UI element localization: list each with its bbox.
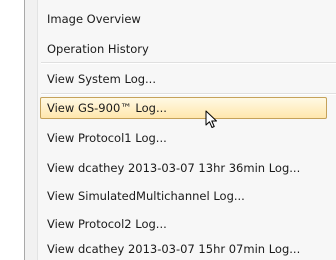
menu-item-label: View dcathey 2013-03-07 13hr 36min Log..… <box>47 161 301 175</box>
menu-separator <box>41 62 336 64</box>
menu-item-label: View SimulatedMultichannel Log... <box>47 189 245 203</box>
menu-item-label: View Protocol1 Log... <box>47 131 167 145</box>
arrow-pointer-icon <box>205 110 217 128</box>
menu-item-view-system-log[interactable]: View System Log... <box>40 68 327 90</box>
menu-item-view-gs900-log[interactable]: View GS-900™ Log... <box>40 97 327 119</box>
menu-item-label: View Protocol2 Log... <box>47 217 167 231</box>
context-menu: Image Overview Operation History View Sy… <box>24 0 336 260</box>
menu-item-image-overview[interactable]: Image Overview <box>40 8 327 30</box>
menu-item-label: View dcathey 2013-03-07 15hr 07min Log..… <box>47 242 301 256</box>
menu-item-label: View GS-900™ Log... <box>47 101 167 115</box>
menu-item-label: View System Log... <box>47 72 156 86</box>
menu-item-view-protocol2-log[interactable]: View Protocol2 Log... <box>40 213 327 235</box>
menu-item-operation-history[interactable]: Operation History <box>40 38 327 60</box>
menu-item-view-simulatedmultichannel-log[interactable]: View SimulatedMultichannel Log... <box>40 185 327 207</box>
menu-item-view-dcathey-1336-log[interactable]: View dcathey 2013-03-07 13hr 36min Log..… <box>40 157 327 179</box>
menu-item-view-dcathey-1507-log[interactable]: View dcathey 2013-03-07 15hr 07min Log..… <box>40 238 327 260</box>
menu-item-label: Operation History <box>47 42 149 56</box>
menu-icon-gutter <box>25 0 38 260</box>
menu-separator <box>41 93 336 95</box>
menu-item-label: Image Overview <box>47 12 141 26</box>
menu-item-view-protocol1-log[interactable]: View Protocol1 Log... <box>40 127 327 149</box>
